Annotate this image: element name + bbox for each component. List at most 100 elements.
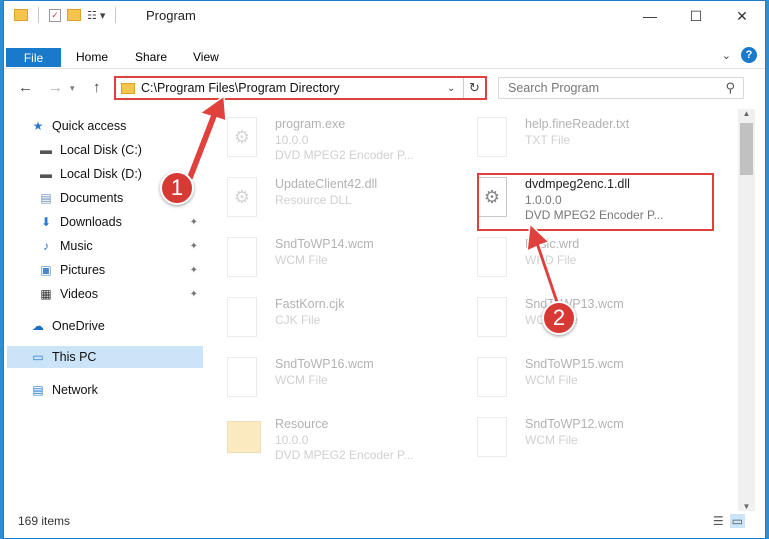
pin-icon[interactable]: ✦ [190, 289, 198, 300]
sidebar-item-label: Quick access [52, 119, 127, 133]
pin-icon[interactable]: ✦ [190, 241, 198, 252]
file-detail: WCM File [275, 253, 328, 267]
search-placeholder: Search Program [508, 81, 600, 95]
exe-icon: ⚙ [227, 117, 257, 157]
sidebar-item-label: Network [52, 383, 98, 397]
list-item[interactable]: SndToWP14.wcm WCM File [207, 231, 447, 287]
file-detail: WCM File [525, 373, 578, 387]
sidebar-item-downloads[interactable]: ⬇ Downloads ✦ [38, 211, 200, 233]
toolbar-divider [115, 7, 117, 23]
tab-file[interactable]: File [6, 48, 61, 67]
quick-access-toolbar: ✓ ☷ ▾ [14, 7, 120, 23]
file-detail: WCM File [275, 373, 328, 387]
cloud-icon: ☁ [32, 319, 44, 333]
sidebar-item-network[interactable]: ▤ Network [30, 379, 226, 401]
dll-icon: ⚙ [227, 177, 257, 217]
close-button[interactable]: ✕ [719, 1, 765, 31]
file-detail: 10.0.0 [275, 433, 309, 447]
file-icon [477, 297, 507, 337]
music-icon: ♪ [43, 239, 49, 253]
window-controls: — ☐ ✕ [627, 1, 765, 31]
back-arrow-icon[interactable]: ← [18, 79, 33, 96]
file-name: FastKorn.cjk [275, 297, 345, 311]
properties-icon[interactable]: ✓ [49, 8, 61, 22]
star-icon: ★ [32, 119, 44, 133]
status-bar: 169 items ☰ ▭ [4, 511, 765, 538]
up-arrow-icon[interactable]: ↑ [93, 79, 101, 96]
expand-ribbon-icon[interactable]: ⌄ [722, 49, 731, 62]
sidebar-item-quick-access[interactable]: ★ Quick access [30, 115, 226, 137]
list-item[interactable]: Resource 10.0.0 DVD MPEG2 Encoder P... [207, 411, 447, 467]
step-marker-1: 1 [160, 171, 194, 205]
customize-icon[interactable]: ☷ ▾ [87, 9, 105, 22]
chevron-down-icon[interactable]: ⌄ [447, 83, 463, 94]
computer-icon: ▭ [32, 350, 44, 364]
pin-icon[interactable]: ✦ [190, 217, 198, 228]
file-icon [477, 357, 507, 397]
file-detail: 10.0.0 [275, 133, 309, 147]
navigation-bar: ← → ▾ ↑ C:\Program Files\Program Directo… [4, 71, 765, 105]
minimize-button[interactable]: — [627, 1, 673, 31]
file-detail: TXT File [525, 133, 571, 147]
file-icon [477, 417, 507, 457]
file-detail: DVD MPEG2 Encoder P... [275, 148, 414, 162]
address-bar[interactable]: C:\Program Files\Program Directory ⌄ ↻ [114, 76, 487, 100]
new-folder-icon[interactable] [67, 9, 81, 21]
list-item[interactable]: ⚙ UpdateClient42.dll Resource DLL [207, 171, 447, 227]
videos-icon: ▦ [40, 287, 52, 301]
refresh-icon[interactable]: ↻ [463, 78, 485, 98]
list-item[interactable]: SndToWP16.wcm WCM File [207, 351, 447, 407]
pictures-icon: ▣ [40, 263, 52, 277]
list-item[interactable]: FastKorn.cjk CJK File [207, 291, 447, 347]
file-list: ⚙ program.exe 10.0.0 DVD MPEG2 Encoder P… [207, 109, 739, 504]
tab-home[interactable]: Home [76, 50, 108, 69]
vertical-scrollbar[interactable]: ▲ ▼ [738, 109, 755, 511]
scroll-up-icon[interactable]: ▲ [738, 109, 755, 118]
list-item[interactable]: SndToWP12.wcm WCM File [457, 411, 697, 467]
list-item[interactable]: SndToWP13.wcm WCM File [457, 291, 697, 347]
sidebar-item-label: This PC [52, 350, 97, 364]
maximize-button[interactable]: ☐ [673, 1, 719, 31]
sidebar-item-pictures[interactable]: ▣ Pictures ✦ [38, 259, 200, 281]
list-item[interactable]: SndToWP15.wcm WCM File [457, 351, 697, 407]
file-detail: WRD File [525, 253, 577, 267]
file-detail: CJK File [275, 313, 321, 327]
search-input[interactable]: Search Program ⚲ [498, 77, 744, 99]
sidebar-item-label: Music [60, 239, 93, 253]
file-icon [477, 117, 507, 157]
file-name: SndToWP14.wcm [275, 237, 374, 251]
tab-share[interactable]: Share [135, 50, 167, 69]
download-icon: ⬇ [40, 215, 52, 229]
list-item[interactable]: help.fineReader.txt TXT File [457, 111, 697, 167]
drive-icon: ▬ [40, 167, 52, 181]
scroll-down-icon[interactable]: ▼ [738, 502, 755, 511]
tab-view[interactable]: View [193, 50, 219, 69]
sidebar-item-label: Downloads [60, 215, 122, 229]
sidebar-item-local-disk-c[interactable]: ▬ Local Disk (C:) [38, 139, 200, 161]
list-item[interactable]: ⚙ program.exe 10.0.0 DVD MPEG2 Encoder P… [207, 111, 447, 167]
file-name: SndToWP16.wcm [275, 357, 374, 371]
sidebar-item-onedrive[interactable]: ☁ OneDrive [30, 315, 226, 337]
tiles-view-icon[interactable]: ▭ [729, 514, 745, 528]
list-item[interactable]: Basic.wrd WRD File [457, 231, 697, 287]
ribbon-controls: ⌄ ? [722, 47, 757, 63]
folder-icon [14, 9, 28, 21]
file-icon [477, 237, 507, 277]
sidebar-item-music[interactable]: ♪ Music ✦ [38, 235, 200, 257]
address-path[interactable]: C:\Program Files\Program Directory [141, 81, 447, 95]
file-name: program.exe [275, 117, 346, 131]
recent-locations-icon[interactable]: ▾ [70, 83, 75, 94]
help-icon[interactable]: ? [741, 47, 757, 63]
file-detail: DVD MPEG2 Encoder P... [275, 448, 414, 462]
sidebar-item-videos[interactable]: ▦ Videos ✦ [38, 283, 200, 305]
file-icon [227, 357, 257, 397]
details-view-icon[interactable]: ☰ [713, 514, 724, 528]
navigation-pane: ★ Quick access ▬ Local Disk (C:) ▬ Local… [4, 109, 204, 509]
highlight-box [477, 173, 714, 231]
forward-arrow-icon[interactable]: → [48, 79, 63, 96]
explorer-window: ✓ ☷ ▾ Program — ☐ ✕ File Home Share View… [3, 0, 766, 539]
file-name: SndToWP12.wcm [525, 417, 624, 431]
sidebar-item-this-pc[interactable]: ▭ This PC [7, 346, 203, 368]
scrollbar-thumb[interactable] [740, 123, 753, 175]
pin-icon[interactable]: ✦ [190, 265, 198, 276]
